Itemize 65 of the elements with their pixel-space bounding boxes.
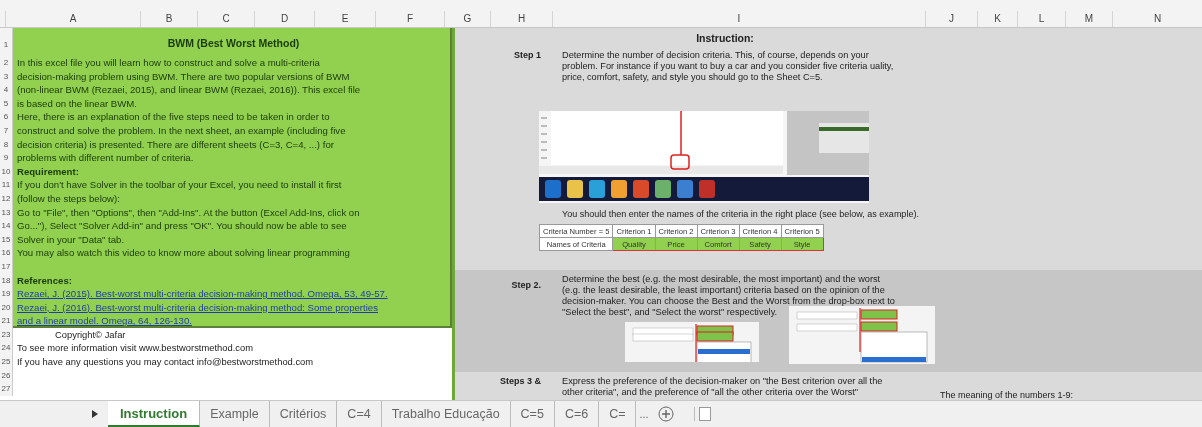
column-header[interactable]: I	[552, 11, 925, 27]
column-header[interactable]: C	[197, 11, 254, 27]
step-description: Determine the best (e.g. the most desirable, the most important) and the worst (e.g. the least desirable, the least important) criteria based on the opinion of the decision-maker. You can choose the Best and the Worst from the drop-box next to "Select the best", and "Select the worst" respectively.	[562, 274, 896, 319]
column-header[interactable]: F	[375, 11, 444, 27]
row-number: 2	[0, 56, 13, 70]
cell-text: Go to "File", then "Options", then "Add-Ins". At the button (Excel Add-Ins, click on	[17, 206, 360, 218]
cell-text: construct and solve the problem. In the next sheet, an example (including five	[17, 124, 346, 136]
section-heading: Requirement:	[17, 165, 79, 177]
column-header[interactable]: B	[140, 11, 197, 27]
sheet-tab[interactable]: Example	[200, 401, 270, 427]
cell-text: (follow the steps below):	[17, 192, 120, 204]
cell-text: Here, there is an explanation of the five steps need to be taken in order to	[17, 111, 330, 123]
row-number: 24	[0, 341, 13, 356]
cell-text: In this excel file you will learn how to construct and solve a multi-criteria	[17, 57, 320, 68]
row-number: 27	[0, 382, 13, 396]
row-number: 21	[0, 314, 13, 328]
column-header[interactable]: A	[5, 11, 140, 27]
row-number: 1	[0, 28, 13, 56]
cell-text: (non-linear BWM (Rezaei, 2015), and linear BWM (Rezaei, 2016)). This excel file	[17, 84, 361, 96]
cell-text: problems with different number of criteria.	[17, 152, 194, 164]
row-number: 14	[0, 219, 13, 233]
row-number: 9	[0, 151, 13, 165]
section-heading: References:	[17, 274, 72, 286]
sheet-tab[interactable]: Trabalho Educação	[381, 401, 511, 427]
sheet-tab[interactable]: C=4	[337, 401, 382, 427]
cell-text: To see more information visit www.bestworstmethod.com	[17, 342, 254, 354]
row-number: 19	[0, 287, 13, 301]
sheet-tab[interactable]: C=6	[554, 401, 600, 427]
step-description: Express the preference of the decision-maker on "the Best criterion over all the other criteria", and the preference of "all the other criteria over the Worst"	[562, 376, 884, 399]
row-number: 25	[0, 355, 13, 369]
step-label: Step 1	[514, 50, 541, 60]
sheet-title: BWM (Best Worst Method)	[167, 37, 300, 49]
column-header[interactable]: M	[1065, 11, 1112, 27]
column-header[interactable]: K	[977, 11, 1017, 27]
step-label: Steps 3 &	[500, 376, 541, 386]
column-header[interactable]: J	[925, 11, 977, 27]
cell-text: decision criteria) is presented. There are different sheets (C=3, C=4, ...) for	[17, 138, 334, 150]
row-number: 11	[0, 178, 13, 192]
cell-text: Solver in your "Data" tab.	[17, 233, 125, 245]
cell-text: Copyright© Jafar	[54, 328, 126, 340]
column-header[interactable]: N	[1112, 11, 1202, 27]
instruction-title: Instruction:	[696, 32, 754, 44]
sheet-tab[interactable]: Critérios	[269, 401, 338, 427]
sheet-tab[interactable]: C=	[599, 401, 637, 427]
row-number: 16	[0, 246, 13, 260]
row-number: 6	[0, 110, 13, 124]
column-header[interactable]: G	[444, 11, 490, 27]
side-note: The meaning of the numbers 1-9:	[940, 390, 1074, 400]
cell-text: Go..."), Select "Solver Add-in" and press "OK". You should now be able to see	[17, 220, 347, 232]
step-label: Step 2.	[511, 280, 541, 291]
cell-text: decision-making problem using BWM. There are two popular versions of BWM	[17, 70, 350, 82]
sheet-tab[interactable]: C=5	[510, 401, 555, 427]
column-header[interactable]: L	[1017, 11, 1065, 27]
more-tabs-button[interactable]: ...	[636, 401, 652, 427]
sheet-tab[interactable]: Instruction	[108, 401, 201, 427]
column-header[interactable]: H	[490, 11, 552, 27]
column-header[interactable]: E	[314, 11, 375, 27]
cell-text: If you have any questions you may contact info@bestworstmethod.com	[17, 356, 314, 368]
step-description: Determine the number of decision criteria. This, of course, depends on your problem. For instance if you want to buy a car and you consider five criteria uality, price, comfort, safety, and style you should go to the Sheet C=5.	[562, 50, 895, 83]
cell-text: is based on the linear BWM.	[17, 97, 137, 109]
column-header[interactable]: D	[254, 11, 314, 27]
cell-text: If you don't have Solver in the toolbar of your Excel, you need to install it first	[17, 179, 342, 191]
cell-text: You may also watch this video to know more about solving linear programming	[17, 247, 350, 259]
row-number: 4	[0, 83, 13, 97]
step-note: You should then enter the names of the criteria in the right place (see below, as example).	[562, 209, 919, 219]
